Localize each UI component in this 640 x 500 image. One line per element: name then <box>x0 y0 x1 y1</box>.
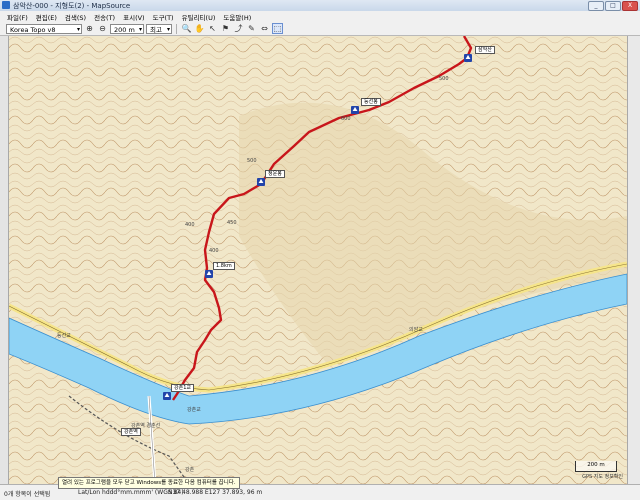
chevron-down-icon: ▾ <box>76 25 80 33</box>
waypoint-label[interactable]: 강촌1교 <box>171 384 194 392</box>
hiker-waypoint-icon[interactable]: ⛰ <box>351 106 359 114</box>
menu-transfer[interactable]: 전송(T) <box>90 12 119 22</box>
menu-edit[interactable]: 편집(E) <box>32 12 61 22</box>
status-cursor-coordinates: N37 48.988 E127 37.893, 96 m <box>168 489 263 496</box>
waypoint-label[interactable]: 청운봉 <box>265 170 285 178</box>
close-button[interactable]: X <box>622 1 638 11</box>
zoom-tool-icon[interactable]: 🔍 <box>181 23 192 34</box>
measure-tool-icon[interactable]: ⇔ <box>259 23 270 34</box>
zoom-out-icon[interactable]: ⊖ <box>97 23 108 34</box>
detail-value: 최고 <box>150 25 162 34</box>
menu-file[interactable]: 파일(F) <box>3 12 32 22</box>
hiker-waypoint-icon[interactable]: ⛰ <box>163 392 171 400</box>
menu-bar: 파일(F) 편집(E) 검색(S) 전송(T) 표시(V) 도구(T) 유틸리티… <box>0 11 640 22</box>
contour-label: 450 <box>227 220 237 226</box>
menu-search[interactable]: 검색(S) <box>61 12 90 22</box>
contour-label: 500 <box>247 158 257 164</box>
zoom-value: 200 m <box>114 25 135 34</box>
contour-label: 400 <box>185 222 195 228</box>
hiker-waypoint-icon[interactable]: ⛰ <box>205 270 213 278</box>
track-tool-icon[interactable]: ✎ <box>246 23 257 34</box>
chevron-down-icon: ▾ <box>138 25 142 33</box>
contour-label: 600 <box>341 116 351 122</box>
place-label: 등선교 <box>57 333 71 339</box>
waypoint-tool-icon[interactable]: ⚑ <box>220 23 231 34</box>
place-label: 강촌역 경춘선 <box>131 423 161 429</box>
hiker-waypoint-icon[interactable]: ⛰ <box>464 54 472 62</box>
toolbar-divider <box>176 23 177 34</box>
select-tool-icon[interactable]: ↖ <box>207 23 218 34</box>
shutdown-tooltip: 열려 있는 프로그램을 모두 닫고 Windows를 종료한 다음 컴퓨터를 끕… <box>58 477 240 489</box>
menu-tools[interactable]: 도구(T) <box>149 12 178 22</box>
window-title: 삼악산-000 - 지형도(2) - MapSource <box>13 2 131 10</box>
place-label: 의암교 <box>409 327 423 333</box>
waypoint-label[interactable]: 등선봉 <box>361 98 381 106</box>
left-panel-edge <box>0 36 9 484</box>
chevron-down-icon: ▾ <box>166 25 170 33</box>
map-item-tool-icon[interactable]: ⬚ <box>272 23 283 34</box>
map-scale-bar: 200 m <box>575 461 617 472</box>
right-panel-edge <box>627 36 640 484</box>
hiker-waypoint-icon[interactable]: ⛰ <box>257 178 265 186</box>
zoom-in-icon[interactable]: ⊕ <box>84 23 95 34</box>
hand-tool-icon[interactable]: ✋ <box>194 23 205 34</box>
waypoint-label[interactable]: 삼악산 <box>475 46 495 54</box>
map-scale-note: GPS 지도 정보확인 <box>582 474 623 480</box>
menu-view[interactable]: 표시(V) <box>119 12 148 22</box>
place-label: 강촌교 <box>187 407 201 413</box>
map-svg <box>9 36 627 484</box>
detail-select[interactable]: 최고 ▾ <box>146 23 172 34</box>
menu-utilities[interactable]: 유틸리티(U) <box>178 12 220 22</box>
contour-label: 500 <box>439 76 449 82</box>
minimize-button[interactable]: _ <box>588 1 604 11</box>
contour-label: 400 <box>209 248 219 254</box>
route-tool-icon[interactable]: ⤴ <box>233 23 244 34</box>
zoom-select[interactable]: 200 m ▾ <box>110 23 144 34</box>
map-product-select[interactable]: Korea Topo v8 ▾ <box>6 23 82 34</box>
map-canvas[interactable]: ⛰ 삼악산 ⛰ 등선봉 ⛰ 청운봉 ⛰ 1.8km ⛰ 강촌1교 강촌역 500… <box>9 36 627 484</box>
toolbar: Korea Topo v8 ▾ ⊕ ⊖ 200 m ▾ 최고 ▾ 🔍 ✋ ↖ ⚑… <box>0 22 640 36</box>
app-icon <box>2 1 10 9</box>
maximize-button[interactable]: □ <box>605 1 621 11</box>
map-product-value: Korea Topo v8 <box>10 25 56 34</box>
waypoint-label[interactable]: 강촌역 <box>121 428 141 436</box>
status-selection: 0개 항목이 선택됨 <box>4 491 51 498</box>
waypoint-label[interactable]: 1.8km <box>213 262 235 270</box>
menu-help[interactable]: 도움말(H) <box>219 12 255 22</box>
place-label: 강촌 <box>185 467 195 473</box>
